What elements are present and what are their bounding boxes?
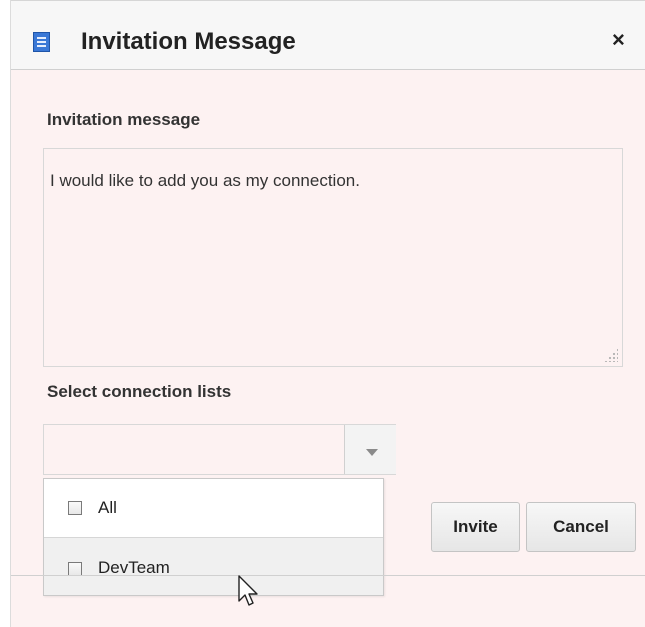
connection-lists-dropdown: All DevTeam (43, 478, 384, 596)
invitation-dialog: Invitation Message × Invitation message … (10, 0, 645, 627)
dialog-titlebar: Invitation Message × (11, 0, 645, 70)
cancel-button[interactable]: Cancel (526, 502, 636, 552)
connection-lists-label: Select connection lists (47, 382, 232, 401)
invitation-message-text: I would like to add you as my connection… (50, 171, 360, 190)
resize-grip-icon[interactable] (604, 348, 618, 362)
mouse-pointer-icon (238, 575, 258, 606)
option-devteam-checkbox[interactable] (68, 562, 82, 576)
dialog-title: Invitation Message (81, 28, 296, 55)
option-all-label: All (98, 498, 117, 517)
invite-button[interactable]: Invite (431, 502, 520, 552)
invitation-message-label: Invitation message (47, 110, 201, 129)
option-all[interactable]: All (44, 479, 383, 537)
option-all-checkbox[interactable] (68, 501, 82, 515)
document-icon (33, 32, 50, 52)
connection-lists-select[interactable] (43, 424, 396, 475)
invitation-message-textarea[interactable]: I would like to add you as my connection… (43, 148, 623, 367)
option-devteam[interactable]: DevTeam (44, 537, 383, 595)
footer-divider (11, 575, 645, 576)
chevron-down-icon[interactable] (344, 425, 396, 474)
close-button[interactable]: × (612, 29, 625, 51)
